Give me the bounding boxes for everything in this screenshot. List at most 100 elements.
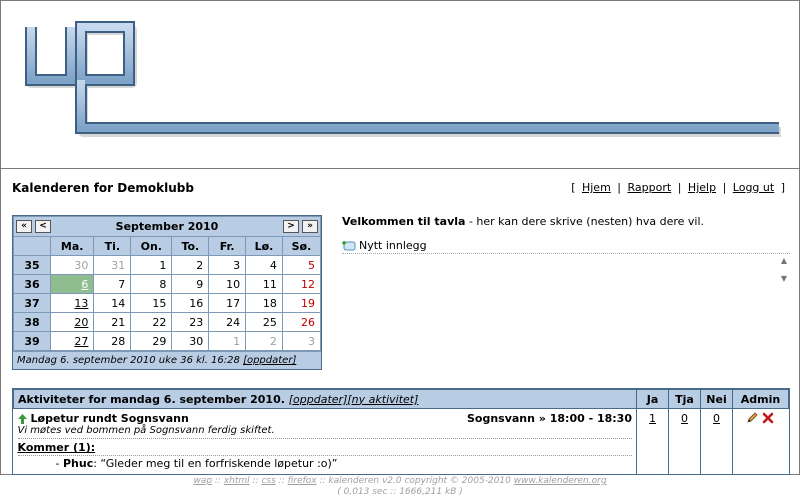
link-hjelp[interactable]: Hjelp	[688, 181, 716, 194]
day-cell[interactable]: 4	[245, 255, 283, 275]
new-post-label: Nytt innlegg	[359, 239, 427, 252]
link-rapport[interactable]: Rapport	[628, 181, 672, 194]
event-name[interactable]: Løpetur rundt Sognsvann	[31, 412, 189, 425]
top-links: [ Hjem | Rapport | Hjelp | Logg ut ]	[571, 181, 785, 194]
page-title: Kalenderen for Demoklubb	[12, 181, 194, 195]
weekday-thu: To.	[171, 236, 210, 256]
link-logg-ut[interactable]: Logg ut	[733, 181, 774, 194]
activities-update-link[interactable]: [oppdater]	[289, 393, 348, 406]
day-cell[interactable]: 24	[208, 312, 247, 332]
day-cell[interactable]: 7	[93, 274, 132, 294]
coming-label: Kommer (1):	[17, 441, 96, 454]
day-cell[interactable]: 31	[93, 255, 132, 275]
event-entry: Løpetur rundt Sognsvann Sognsvann » 18:0…	[14, 409, 637, 474]
calendar: « < September 2010 > » Ma. Ti. On. To. F…	[12, 215, 322, 370]
next-year-button[interactable]: »	[302, 220, 318, 233]
link-hjem[interactable]: Hjem	[582, 181, 611, 194]
day-cell[interactable]: 20	[49, 312, 95, 332]
footer-link-firefox[interactable]: firefox	[288, 476, 317, 486]
event-place-time: Sognsvann » 18:00 - 18:30	[466, 412, 632, 425]
col-yes: Ja	[636, 389, 669, 409]
day-cell[interactable]: 28	[93, 331, 132, 351]
week-number[interactable]: 35	[13, 255, 51, 275]
new-post-icon	[342, 240, 356, 250]
weekday-fri: Fr.	[208, 236, 247, 256]
delete-icon[interactable]	[762, 412, 774, 424]
footer-link-css[interactable]: css	[261, 476, 275, 486]
scroll-up-icon[interactable]: ▲	[778, 256, 790, 268]
current-datetime: Mandag 6. september 2010 uke 36 kl. 16:2…	[17, 355, 240, 366]
weekday-sun: Sø.	[281, 236, 322, 256]
day-cell[interactable]: 9	[171, 274, 210, 294]
day-cell[interactable]: 1	[208, 331, 247, 351]
maybe-count[interactable]: 0	[668, 408, 701, 474]
edit-icon[interactable]	[747, 412, 758, 423]
day-cell[interactable]: 18	[245, 293, 283, 313]
day-cell[interactable]: 30	[49, 255, 95, 275]
day-cell[interactable]: 3	[208, 255, 247, 275]
day-cell[interactable]: 14	[93, 293, 132, 313]
week-number[interactable]: 37	[13, 293, 51, 313]
footer-site-link[interactable]: www.kalenderen.org	[514, 476, 607, 486]
board-scrollbar[interactable]: ▲ ▼	[778, 256, 790, 286]
weekday-wed: On.	[130, 236, 173, 256]
day-cell[interactable]: 25	[245, 312, 283, 332]
day-cell[interactable]: 3	[281, 331, 322, 351]
day-cell[interactable]: 12	[281, 274, 322, 294]
month-label: September 2010	[115, 220, 219, 233]
day-cell[interactable]: 30	[171, 331, 210, 351]
scroll-down-icon[interactable]: ▼	[778, 274, 790, 286]
day-cell[interactable]: 13	[49, 293, 95, 313]
banner	[1, 1, 799, 169]
weekday-tue: Ti.	[93, 236, 132, 256]
weekday-mon: Ma.	[49, 236, 95, 256]
logo-graphic	[25, 21, 781, 137]
table-row: Løpetur rundt Sognsvann Sognsvann » 18:0…	[14, 408, 789, 474]
day-cell[interactable]: 26	[281, 312, 322, 332]
week-number[interactable]: 39	[13, 331, 51, 351]
prev-year-button[interactable]: «	[16, 220, 32, 233]
day-cell[interactable]: 23	[171, 312, 210, 332]
day-cell[interactable]: 2	[171, 255, 210, 275]
no-count[interactable]: 0	[700, 408, 733, 474]
day-cell[interactable]: 1	[130, 255, 173, 275]
day-cell[interactable]: 15	[130, 293, 173, 313]
prev-month-button[interactable]: <	[35, 220, 51, 233]
activities-title: Aktiviteter for mandag 6. september 2010…	[18, 392, 285, 406]
weekday-sat: Lø.	[245, 236, 283, 256]
day-cell[interactable]: 8	[130, 274, 173, 294]
arrow-up-icon	[17, 413, 27, 424]
footer: wap :: xhtml :: css :: firefox :: kalend…	[0, 476, 800, 498]
activities-panel: Aktiviteter for mandag 6. september 2010…	[12, 388, 790, 475]
day-cell[interactable]: 11	[245, 274, 283, 294]
day-cell[interactable]: 17	[208, 293, 247, 313]
col-maybe: Tja	[668, 389, 701, 409]
day-cell[interactable]: 16	[171, 293, 210, 313]
day-cell[interactable]: 29	[130, 331, 173, 351]
calendar-update-link[interactable]: [oppdater]	[243, 355, 296, 366]
col-admin: Admin	[732, 389, 789, 409]
yes-count[interactable]: 1	[636, 408, 669, 474]
new-activity-link[interactable]: [ny aktivitet]	[347, 393, 418, 406]
week-number[interactable]: 36	[13, 274, 51, 294]
day-cell[interactable]: 21	[93, 312, 132, 332]
footer-link-xhtml[interactable]: xhtml	[224, 476, 250, 486]
week-number[interactable]: 38	[13, 312, 51, 332]
message-board: ▲ ▼	[342, 253, 790, 287]
attendee-name: Phuc	[62, 457, 94, 470]
day-cell[interactable]: 2	[245, 331, 283, 351]
new-post-button[interactable]: Nytt innlegg	[342, 239, 427, 252]
page-frame: Kalenderen for Demoklubb [ Hjem | Rappor…	[0, 0, 800, 475]
welcome-text: - her kan dere skrive (nesten) hva dere …	[465, 215, 705, 228]
day-cell[interactable]: 5	[281, 255, 322, 275]
next-month-button[interactable]: >	[283, 220, 299, 233]
day-cell[interactable]: 19	[281, 293, 322, 313]
footer-copyright: :: kalenderen v2.0 copyright © 2005-2010	[316, 476, 514, 486]
comment-text: : “Gleder meg til en forfriskende løpetu…	[93, 457, 338, 470]
day-cell-today[interactable]: 6	[49, 274, 95, 294]
calendar-footer: Mandag 6. september 2010 uke 36 kl. 16:2…	[13, 351, 321, 369]
day-cell[interactable]: 10	[208, 274, 247, 294]
day-cell[interactable]: 22	[130, 312, 173, 332]
day-cell[interactable]: 27	[49, 331, 95, 351]
footer-link-wap[interactable]: wap	[193, 476, 212, 486]
